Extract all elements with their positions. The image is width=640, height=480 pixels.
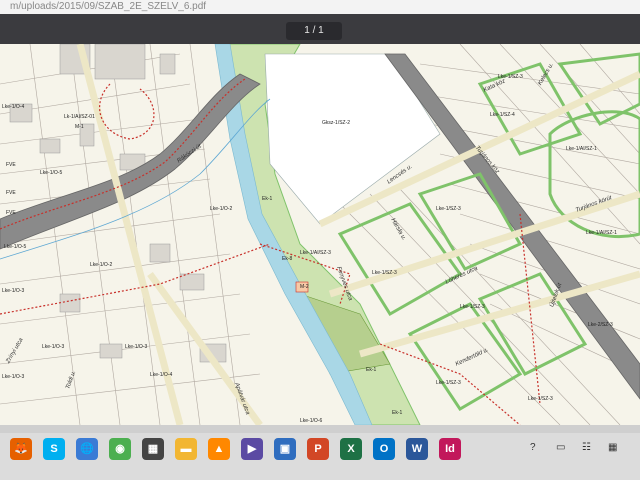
zone-label: Lke-1/SZ-3 [528, 396, 553, 402]
map-graphics [0, 44, 640, 425]
vlc-icon[interactable]: ▲ [208, 438, 230, 460]
outlook-icon[interactable]: O [373, 438, 395, 460]
zone-label: Lke-1/O-4 [150, 372, 173, 378]
zone-label: Ek-1 [392, 410, 403, 416]
zone-label: Lk-1/AI/SZ-01 [64, 114, 95, 120]
zone-label: Lke-1/O-3 [125, 344, 148, 350]
zone-label: Lke-1/SZ-3 [436, 380, 461, 386]
windows-taskbar: 🦊 S 🌐 ◉ ▦ ▬ ▲ ▶ ▣ P X O W Id ? ▭ ☷ ▦ [0, 425, 640, 480]
zone-label: Lke-1/AI/SZ-1 [566, 146, 597, 152]
pdf-viewer-toolbar: m/uploads/2015/09/SZAB_2E_SZELV_6.pdf 1 … [0, 0, 640, 44]
zone-label: Lke-1/O-4 [2, 104, 25, 110]
zone-label: Lke-1/SZ-3 [460, 304, 485, 310]
powerpoint-icon[interactable]: P [307, 438, 329, 460]
zone-label: FVE [6, 162, 16, 168]
zone-label: Lke-1/O-3 [2, 374, 25, 380]
zone-label: Lke-1/SZ-4 [490, 112, 515, 118]
excel-icon[interactable]: X [340, 438, 362, 460]
horizontal-scrollbar[interactable] [0, 425, 640, 433]
globe-icon[interactable]: 🌐 [76, 438, 98, 460]
firefox-icon[interactable]: 🦊 [10, 438, 32, 460]
skype-icon[interactable]: S [43, 438, 65, 460]
address-bar[interactable]: m/uploads/2015/09/SZAB_2E_SZELV_6.pdf [0, 0, 640, 14]
zone-label: FVE [6, 190, 16, 196]
chrome-icon[interactable]: ◉ [109, 438, 131, 460]
play-icon[interactable]: ▶ [241, 438, 263, 460]
save-icon[interactable]: ▣ [274, 438, 296, 460]
zone-label: Lke-2/SZ-3 [588, 322, 613, 328]
zone-label: Lke-1/O-2 [210, 206, 233, 212]
zone-label: Ek-1 [262, 196, 273, 202]
page-indicator[interactable]: 1 / 1 [286, 22, 342, 40]
word-icon[interactable]: W [406, 438, 428, 460]
help-icon[interactable]: ? [530, 439, 536, 457]
main-road-right [384, 53, 640, 400]
indesign-icon[interactable]: Id [439, 438, 461, 460]
zone-label: Lke-1/O-3 [2, 288, 25, 294]
zone-label: Lke-1/O-3 [42, 344, 65, 350]
zone-label: Lke-1/O-5 [40, 170, 63, 176]
folder-icon[interactable]: ▬ [175, 438, 197, 460]
zone-label: Lke-1/O-6 [300, 418, 323, 424]
zone-label: FVE [6, 210, 16, 216]
zoning-map[interactable]: Lk-1/AI/SZ-01 M-1 Rákóczi út Lke-1/O-4 L… [0, 44, 640, 425]
zone-label: Lke-1/AI/SZ-3 [300, 250, 331, 256]
zone-label: M-2 [300, 284, 309, 290]
zone-label: M-1 [75, 124, 84, 130]
zone-label: Lke-1/SZ-3 [372, 270, 397, 276]
monitor-screen: m/uploads/2015/09/SZAB_2E_SZELV_6.pdf 1 … [0, 0, 640, 480]
zone-label: Lke-1/SZ-3 [436, 206, 461, 212]
zone-label: Lke-1/AI/SZ-1 [586, 230, 617, 236]
monitor-icon[interactable]: ▭ [556, 439, 565, 457]
zone-label: Gksz-1/SZ-2 [322, 120, 351, 126]
chat-icon[interactable]: ☷ [582, 439, 591, 457]
zone-label: Lke-1/O-5 [4, 244, 27, 250]
zone-label: Ek-8 [282, 256, 293, 262]
media-icon[interactable]: ▦ [142, 438, 164, 460]
zone-label: Lke-1/O-2 [90, 262, 113, 268]
network-icon[interactable]: ▦ [608, 439, 617, 457]
zone-label: Ek-1 [366, 367, 377, 373]
